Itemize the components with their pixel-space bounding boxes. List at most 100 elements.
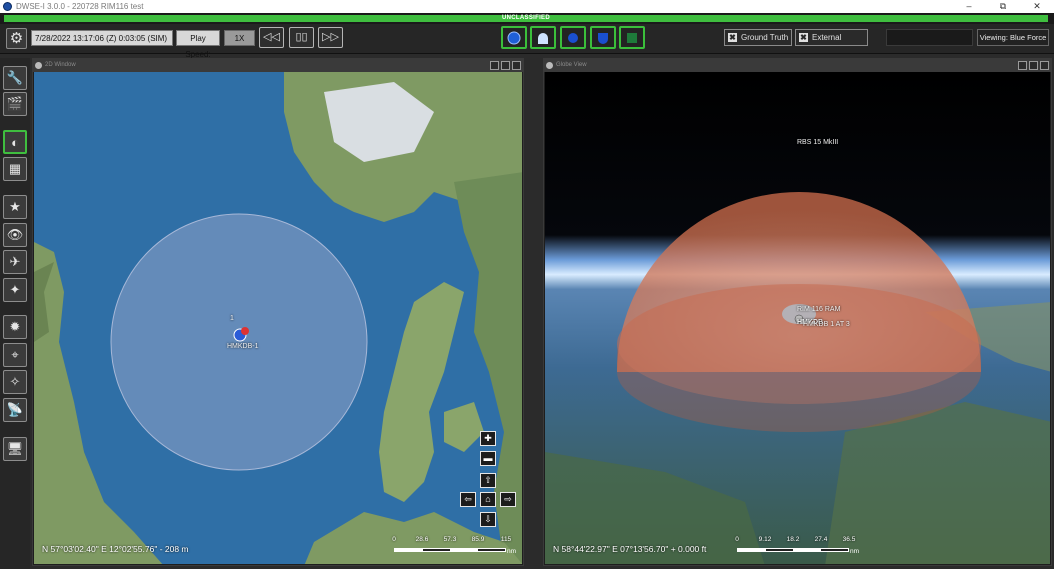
viewing-force-selector[interactable]: Viewing: Blue Force	[977, 29, 1049, 46]
classification-banner: UNCLASSIFIED	[0, 13, 1054, 24]
observe-star-button[interactable]: ✧	[3, 370, 27, 394]
map-2d-panel: 2D Window 1 HMKDB-1 ✚ ▬ ⇧ ⇦ ⌂ ⇨ ⇩ N 57°0…	[32, 58, 524, 566]
rewind-icon: ◁◁	[263, 31, 280, 43]
entity-number-label: 1	[230, 315, 234, 322]
scale-tick: 27.4	[814, 536, 828, 543]
arrow-right-icon: ⇨	[504, 494, 512, 504]
eye-icon: 👁	[6, 227, 24, 242]
gear-star-icon: ✹	[9, 319, 21, 334]
entity-label-hmkdb-at[interactable]: HMKDB 1 AT 3	[803, 321, 850, 328]
scale-tick: 0	[392, 536, 396, 543]
fast-forward-icon: ▷▷	[322, 31, 339, 43]
scale-tick: 57.3	[443, 536, 457, 543]
scenario-button[interactable]: 🎬	[3, 92, 27, 116]
window-title-bar: DWSE-I 3.0.0 - 220728 RIM116 test – ⧉ ✕	[0, 0, 1054, 13]
arch-icon	[538, 32, 548, 44]
panel-minimize-button[interactable]	[1018, 61, 1027, 70]
entity-list-button[interactable]: ★	[3, 195, 27, 219]
gear-icon: ⚙	[9, 30, 24, 47]
panel-maximize-button[interactable]	[1029, 61, 1038, 70]
panel-maximize-button[interactable]	[501, 61, 510, 70]
window-icon	[546, 62, 553, 69]
play-speed-label: Play Speed:	[176, 30, 220, 59]
scale-tick: 36.5	[842, 536, 856, 543]
pan-left-button[interactable]: ⇦	[460, 492, 476, 507]
play-speed-value[interactable]: 1X	[224, 30, 255, 46]
settings-button[interactable]: ⚙	[6, 28, 27, 49]
satellite-icon: ✈	[9, 254, 21, 269]
scale-tick: 28.6	[415, 536, 429, 543]
globe-view-panel: Globe View RBS 15 MkIII RIM 116 RAM HMKD…	[543, 58, 1052, 566]
camera-button[interactable]: 🖥	[3, 437, 27, 461]
external-toggle[interactable]: ✖ External	[795, 29, 868, 46]
panel-minimize-button[interactable]	[490, 61, 499, 70]
checkbox-checked-icon: ✖	[728, 33, 737, 42]
view-button-shield[interactable]	[590, 26, 616, 49]
globe-cursor-coordinates: N 58°44'22.97" E 07°13'56.70" + 0.000 ft	[553, 544, 707, 554]
scale-bar: 0 28.6 57.3 85.9 115 nm	[392, 536, 517, 556]
green-square-icon	[627, 32, 637, 43]
telescope-star-icon: ✧	[9, 374, 21, 389]
external-label: External	[812, 33, 842, 42]
fast-forward-button[interactable]: ▷▷	[318, 27, 343, 48]
tools-button[interactable]: 🔧	[3, 66, 27, 90]
pause-button[interactable]: ▯▯	[289, 27, 314, 48]
ground-truth-toggle[interactable]: ✖ Ground Truth	[724, 29, 792, 46]
map-2d-button[interactable]: ◐	[3, 130, 27, 154]
view-button-arch[interactable]	[530, 26, 556, 49]
star-person-icon: ✦	[9, 282, 21, 297]
rewind-button[interactable]: ◁◁	[259, 27, 284, 48]
comms-button[interactable]: 📡	[3, 398, 27, 422]
telescope-icon: ⌖	[11, 347, 19, 362]
window-icon	[35, 62, 42, 69]
sensors-button[interactable]: ✈	[3, 250, 27, 274]
close-button[interactable]: ✕	[1020, 0, 1054, 13]
observe-button[interactable]: ⌖	[3, 343, 27, 367]
restore-button[interactable]: ⧉	[986, 0, 1020, 13]
zoom-in-button[interactable]: ✚	[480, 431, 496, 446]
panel-close-button[interactable]	[512, 61, 521, 70]
scale-tick: 85.9	[471, 536, 485, 543]
globe-canvas[interactable]: RBS 15 MkIII RIM 116 RAM HMKDB HMKDB 1 A…	[545, 72, 1050, 564]
display-button[interactable]: ▦	[3, 157, 27, 181]
scale-tick: 9.12	[758, 536, 772, 543]
zoom-out-button[interactable]: ▬	[480, 451, 496, 466]
home-button[interactable]: ⌂	[480, 492, 496, 507]
home-icon: ⌂	[485, 494, 491, 504]
map-screen-icon: ▦	[8, 161, 22, 176]
pan-up-button[interactable]: ⇧	[480, 473, 496, 488]
view-button-circle[interactable]	[501, 26, 527, 49]
cursor-coordinates: N 57°03'02.40" E 12°02'55.76" - 208 m	[42, 544, 189, 554]
scale-tick: 115	[500, 536, 512, 543]
panel-close-button[interactable]	[1040, 61, 1049, 70]
sim-time-display: 7/28/2022 13:17:06 (Z) 0:03:05 (SIM)	[31, 30, 173, 46]
minimize-button[interactable]: –	[952, 0, 986, 13]
minus-icon: ▬	[483, 453, 493, 463]
app-logo-icon	[3, 2, 12, 11]
units-button[interactable]: ✦	[3, 278, 27, 302]
view-button-square[interactable]	[619, 26, 645, 49]
arrow-down-icon: ⇩	[484, 514, 492, 524]
entity-label[interactable]: HMKDB-1	[227, 343, 259, 350]
scale-bar-graphic	[394, 548, 506, 552]
systems-button[interactable]: ✹	[3, 315, 27, 339]
pause-icon: ▯▯	[295, 31, 308, 43]
scale-tick: 0	[735, 536, 739, 543]
scale-bar-graphic	[737, 548, 849, 552]
scale-unit: nm	[507, 548, 517, 555]
pan-down-button[interactable]: ⇩	[480, 512, 496, 527]
view-button-dot[interactable]	[560, 26, 586, 49]
globe-scale-bar: 0 9.12 18.2 27.4 36.5 nm	[735, 536, 867, 556]
main-toolbar: ⚙ 7/28/2022 13:17:06 (Z) 0:03:05 (SIM) P…	[0, 24, 1054, 59]
arrow-up-icon: ⇧	[484, 475, 492, 485]
star-list-icon: ★	[9, 199, 21, 214]
visibility-button[interactable]: 👁	[3, 223, 27, 247]
pan-right-button[interactable]: ⇨	[500, 492, 516, 507]
map-2d-title: 2D Window	[45, 62, 76, 68]
wrench-icon: 🔧	[6, 70, 24, 85]
satellite-dish-icon: 📡	[6, 402, 24, 417]
clapperboard-icon: 🎬	[6, 96, 24, 111]
map-2d-canvas[interactable]: 1 HMKDB-1 ✚ ▬ ⇧ ⇦ ⌂ ⇨ ⇩ N 57°03'02.40" E…	[34, 72, 522, 564]
rim116-range-label: RIM 116 RAM	[797, 306, 841, 313]
rbs15-range-label: RBS 15 MkIII	[797, 139, 839, 146]
